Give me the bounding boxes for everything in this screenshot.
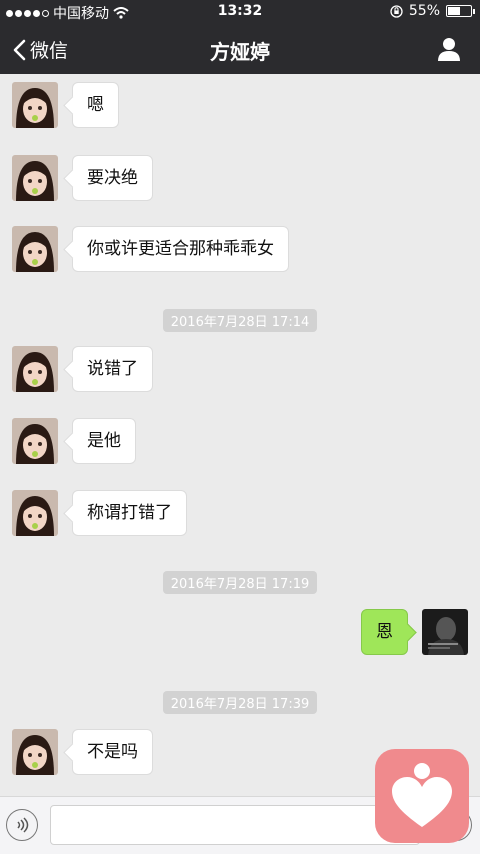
- status-bar: 中国移动 13:32 55%: [0, 0, 480, 24]
- message-row: 不是吗: [12, 729, 153, 775]
- battery-percent: 55%: [408, 3, 440, 19]
- message-input[interactable]: [50, 805, 420, 845]
- message-row: 说错了: [12, 346, 153, 392]
- message-row: 恩: [361, 609, 468, 655]
- contact-avatar[interactable]: [12, 155, 58, 201]
- message-bubble[interactable]: 要决绝: [72, 155, 153, 201]
- contact-avatar[interactable]: [12, 729, 58, 775]
- message-row: 你或许更适合那种乖乖女: [12, 226, 289, 272]
- own-avatar[interactable]: [422, 609, 468, 655]
- timestamp-label: 2016年7月28日 17:39: [162, 691, 318, 714]
- message-bubble[interactable]: 不是吗: [72, 729, 153, 775]
- contact-avatar[interactable]: [12, 418, 58, 464]
- battery-icon: [446, 5, 475, 17]
- timestamp-label: 2016年7月28日 17:14: [162, 309, 318, 332]
- message-bubble-own[interactable]: 恩: [361, 609, 408, 655]
- contact-avatar[interactable]: [12, 346, 58, 392]
- heart-icon: [392, 763, 452, 827]
- timestamp: 2016年7月28日 17:39: [0, 691, 480, 714]
- voice-icon: [17, 817, 29, 833]
- message-row: 称谓打错了: [12, 490, 187, 536]
- message-bubble[interactable]: 说错了: [72, 346, 153, 392]
- voice-input-button[interactable]: [6, 809, 38, 841]
- status-right: 55%: [390, 3, 475, 19]
- message-bubble[interactable]: 称谓打错了: [72, 490, 187, 536]
- contact-avatar[interactable]: [12, 490, 58, 536]
- timestamp: 2016年7月28日 17:19: [0, 571, 480, 594]
- profile-icon[interactable]: [436, 36, 462, 62]
- contact-avatar[interactable]: [12, 82, 58, 128]
- message-bubble[interactable]: 你或许更适合那种乖乖女: [72, 226, 289, 272]
- nav-bar: 微信 方娅婷: [0, 24, 480, 74]
- contact-avatar[interactable]: [12, 226, 58, 272]
- message-row: 嗯: [12, 82, 119, 128]
- chat-title: 方娅婷: [210, 40, 270, 64]
- message-row: 是他: [12, 418, 136, 464]
- rotation-lock-icon: [390, 4, 403, 18]
- floating-heart-app-icon[interactable]: [375, 749, 469, 843]
- message-bubble[interactable]: 嗯: [72, 82, 119, 128]
- message-bubble[interactable]: 是他: [72, 418, 136, 464]
- message-row: 要决绝: [12, 155, 153, 201]
- timestamp-label: 2016年7月28日 17:19: [162, 571, 318, 594]
- timestamp: 2016年7月28日 17:14: [0, 309, 480, 332]
